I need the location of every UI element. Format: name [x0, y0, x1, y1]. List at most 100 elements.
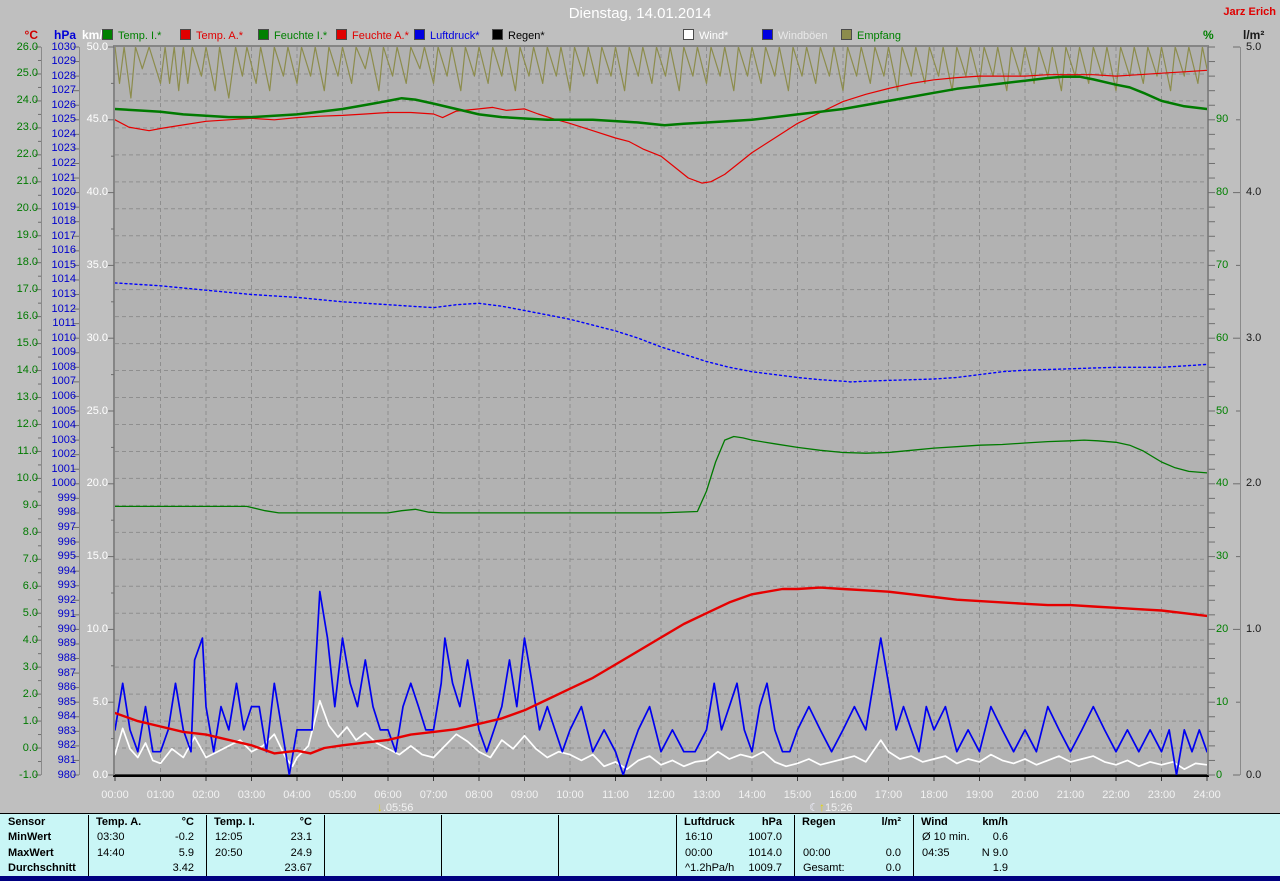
- table-stat-value: 0.0: [802, 847, 901, 860]
- percent-tick-label: 90: [1216, 113, 1244, 126]
- hpa-tick-label: 999: [44, 492, 76, 505]
- hpa-tick-label: 985: [44, 696, 76, 709]
- hpa-tick-label: 989: [44, 637, 76, 650]
- hpa-tick-label: 1021: [44, 172, 76, 185]
- celsius-tick-label: 19.0: [0, 229, 38, 242]
- celsius-tick-label: 21.0: [0, 175, 38, 188]
- hpa-tick-label: 1013: [44, 288, 76, 301]
- table-row-label: Durchschnitt: [8, 862, 86, 875]
- table-divider: [676, 815, 677, 876]
- time-tick-label: 01:00: [141, 789, 181, 802]
- hpa-tick-label: 1025: [44, 113, 76, 126]
- celsius-tick-label: 0.0: [0, 742, 38, 755]
- time-tick-label: 21:00: [1051, 789, 1091, 802]
- table-stat-value: 1014.0: [684, 847, 782, 860]
- percent-tick-label: 20: [1216, 623, 1244, 636]
- table-divider: [88, 815, 89, 876]
- hpa-tick-label: 1010: [44, 332, 76, 345]
- table-stat-value: -0.2: [96, 831, 194, 844]
- celsius-tick-label: 16.0: [0, 310, 38, 323]
- kmh-tick-label: 0.0: [74, 769, 108, 782]
- celsius-tick-label: 15.0: [0, 337, 38, 350]
- hpa-tick-label: 995: [44, 550, 76, 563]
- table-section-unit: °C: [214, 816, 312, 829]
- kmh-tick-label: 25.0: [74, 405, 108, 418]
- time-tick-label: 14:00: [732, 789, 772, 802]
- hpa-tick-label: 1012: [44, 303, 76, 316]
- hpa-tick-label: 1026: [44, 99, 76, 112]
- celsius-tick-label: 6.0: [0, 580, 38, 593]
- kmh-tick-label: 30.0: [74, 332, 108, 345]
- hpa-tick-label: 1024: [44, 128, 76, 141]
- hpa-tick-label: 1002: [44, 448, 76, 461]
- hpa-tick-label: 991: [44, 608, 76, 621]
- time-tick-label: 17:00: [869, 789, 909, 802]
- kmh-tick-label: 40.0: [74, 186, 108, 199]
- celsius-tick-label: 26.0: [0, 41, 38, 54]
- time-tick-label: 18:00: [914, 789, 954, 802]
- percent-tick-label: 40: [1216, 477, 1244, 490]
- hpa-tick-label: 996: [44, 536, 76, 549]
- table-stat-value: 24.9: [214, 847, 312, 860]
- table-divider: [206, 815, 207, 876]
- weather-app-window: Dienstag, 14.01.2014 Jarz Erich °C hPa k…: [0, 0, 1280, 881]
- hpa-tick-label: 1028: [44, 70, 76, 83]
- table-stat-value: 1.9: [921, 862, 1008, 875]
- hpa-tick-label: 1022: [44, 157, 76, 170]
- celsius-tick-label: 12.0: [0, 418, 38, 431]
- time-tick-label: 20:00: [1005, 789, 1045, 802]
- celsius-tick-label: 20.0: [0, 202, 38, 215]
- lm2-tick-label: 3.0: [1246, 332, 1278, 345]
- table-row-label: MaxWert: [8, 847, 86, 860]
- celsius-tick-label: 8.0: [0, 526, 38, 539]
- celsius-tick-label: 1.0: [0, 715, 38, 728]
- kmh-tick-label: 35.0: [74, 259, 108, 272]
- hpa-tick-label: 998: [44, 506, 76, 519]
- table-row-label: Sensor: [8, 816, 86, 829]
- hpa-tick-label: 1000: [44, 477, 76, 490]
- hpa-tick-label: 1004: [44, 419, 76, 432]
- hpa-tick-label: 987: [44, 667, 76, 680]
- celsius-tick-label: 18.0: [0, 256, 38, 269]
- time-tick-label: 00:00: [95, 789, 135, 802]
- table-stat-value: 1007.0: [684, 831, 782, 844]
- table-stat-value: 1009.7: [684, 862, 782, 875]
- time-tick-label: 22:00: [1096, 789, 1136, 802]
- time-tick-label: 02:00: [186, 789, 226, 802]
- table-divider: [324, 815, 325, 876]
- lm2-tick-label: 2.0: [1246, 477, 1278, 490]
- lm2-tick-label: 4.0: [1246, 186, 1278, 199]
- celsius-tick-label: 5.0: [0, 607, 38, 620]
- table-stat-value: 0.0: [802, 862, 901, 875]
- kmh-tick-label: 45.0: [74, 113, 108, 126]
- kmh-tick-label: 10.0: [74, 623, 108, 636]
- celsius-tick-label: 2.0: [0, 688, 38, 701]
- hpa-tick-label: 1001: [44, 463, 76, 476]
- table-divider: [558, 815, 559, 876]
- hpa-tick-label: 1027: [44, 84, 76, 97]
- hpa-tick-label: 1030: [44, 41, 76, 54]
- hpa-tick-label: 990: [44, 623, 76, 636]
- percent-tick-label: 60: [1216, 332, 1244, 345]
- celsius-tick-label: 17.0: [0, 283, 38, 296]
- celsius-tick-label: 4.0: [0, 634, 38, 647]
- hpa-tick-label: 1019: [44, 201, 76, 214]
- lm2-tick-label: 0.0: [1246, 769, 1278, 782]
- table-stat-value: 0.6: [921, 831, 1008, 844]
- hpa-tick-label: 1015: [44, 259, 76, 272]
- percent-tick-label: 30: [1216, 550, 1244, 563]
- table-stat-value: 3.42: [96, 862, 194, 875]
- table-stat-value: 23.1: [214, 831, 312, 844]
- hpa-tick-label: 1006: [44, 390, 76, 403]
- table-section-unit: hPa: [684, 816, 782, 829]
- percent-tick-label: 70: [1216, 259, 1244, 272]
- weather-chart-plot[interactable]: [0, 0, 1280, 881]
- kmh-tick-label: 5.0: [74, 696, 108, 709]
- hpa-tick-label: 1017: [44, 230, 76, 243]
- time-tick-label: 11:00: [596, 789, 636, 802]
- hpa-tick-label: 1003: [44, 434, 76, 447]
- hpa-tick-label: 1023: [44, 142, 76, 155]
- table-section-unit: °C: [96, 816, 194, 829]
- kmh-tick-label: 20.0: [74, 477, 108, 490]
- time-tick-label: 13:00: [687, 789, 727, 802]
